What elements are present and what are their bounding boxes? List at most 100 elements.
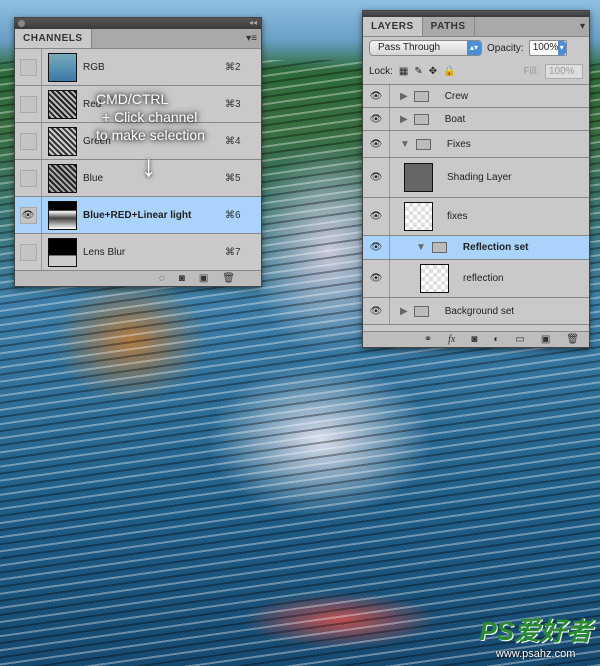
lock-transparency-icon[interactable]: ▦ [399,66,408,77]
visibility-toggle[interactable]: 👁 [363,85,390,107]
watermark-logo: PS爱好者 [479,616,592,646]
channel-shortcut: ⌘3 [225,98,241,110]
panel-menu-icon[interactable]: ▾ [580,21,585,32]
channel-shortcut: ⌘7 [225,246,241,258]
visibility-toggle[interactable]: 👁 [363,198,390,235]
eye-icon: 👁 [369,113,383,125]
triangle-right-icon[interactable]: ▶ [400,91,408,102]
annotation-line: to make selection [96,127,205,143]
channel-shortcut: ⌘4 [225,135,241,147]
visibility-off-icon [19,95,37,113]
visibility-toggle[interactable]: 👁 [363,108,390,130]
tab-channels[interactable]: CHANNELS [15,29,92,48]
channel-name: RGB [83,61,105,73]
opacity-label: Opacity: [487,42,524,54]
tab-layers[interactable]: LAYERS [363,17,423,36]
channel-thumbnail [48,237,77,267]
folder-icon[interactable]: ▭ [515,334,524,345]
eye-icon: 👁 [369,138,383,150]
channel-shortcut: ⌘5 [225,172,241,184]
layer-row[interactable]: 👁 fixes [363,198,589,236]
mask-icon[interactable]: ◙ [471,334,477,345]
panel-titlebar[interactable]: ◂◂ [15,18,261,29]
tab-paths[interactable]: PATHS [423,17,475,36]
opacity-field[interactable]: 100% ▾ [528,40,567,56]
fill-label: Fill: [523,66,539,77]
fill-field[interactable]: 100% [545,64,583,79]
lock-label: Lock: [369,66,393,77]
channels-panel: ◂◂ CHANNELS ▾≡ RGB ⌘2 Red ⌘3 Green ⌘4 Blu… [14,17,262,287]
layer-row[interactable]: 👁 ▼ Reflection set [363,236,589,260]
channel-thumbnail [48,200,77,230]
layer-row[interactable]: 👁 ▶ Crew [363,85,589,108]
visibility-toggle[interactable] [15,49,42,85]
blend-mode-select[interactable]: Pass Through ▴▾ [369,40,482,56]
lock-all-icon[interactable]: 🔒 [443,66,455,77]
channel-name: Lens Blur [83,246,126,258]
channel-row[interactable]: 👁 Blue+RED+Linear light ⌘6 [15,197,261,234]
visibility-toggle[interactable]: 👁 [363,236,390,259]
layer-row[interactable]: 👁 reflection [363,260,589,298]
eye-icon: 👁 [369,242,383,253]
delete-icon[interactable]: 🗑 [222,273,235,284]
opacity-value: 100% [532,42,559,53]
visibility-toggle[interactable]: 👁 [15,197,42,233]
channel-thumbnail [48,126,77,156]
visibility-toggle[interactable] [15,123,42,159]
visibility-off-icon [19,58,37,76]
new-layer-icon[interactable]: ▣ [541,334,550,345]
triangle-right-icon[interactable]: ▶ [400,114,408,125]
chevron-down-icon[interactable]: ▾ [557,41,566,55]
layer-name: Background set [444,305,515,317]
channel-thumbnail [48,89,77,119]
close-icon[interactable] [18,20,25,27]
visibility-toggle[interactable] [15,234,42,270]
blend-mode-value: Pass Through [378,42,441,53]
channel-name: Blue+RED+Linear light [83,209,192,221]
layer-name: Shading Layer [447,172,512,183]
visibility-toggle[interactable]: 👁 [363,158,390,197]
stepper-icon: ▴▾ [467,41,481,55]
panel-menu-icon[interactable]: ▾≡ [246,33,257,44]
annotation: CMD/CTRL + Click channel to make selecti… [96,90,205,144]
delete-icon[interactable]: 🗑 [566,334,579,345]
eye-icon: 👁 [19,206,37,224]
layer-thumbnail [404,202,433,231]
link-icon[interactable]: ⚭ [424,334,432,345]
visibility-toggle[interactable] [15,160,42,196]
channel-row[interactable]: RGB ⌘2 [15,49,261,86]
lock-position-icon[interactable]: ✥ [429,66,437,77]
collapse-icon[interactable]: ◂◂ [249,18,257,27]
visibility-off-icon [19,243,37,261]
channel-thumbnail [48,163,77,193]
load-selection-icon[interactable]: ◌ [159,273,165,284]
folder-icon [431,242,447,253]
adjustment-icon[interactable]: ◐ [493,334,499,345]
folder-icon [413,90,429,102]
triangle-down-icon[interactable]: ▼ [400,139,410,150]
visibility-toggle[interactable]: 👁 [363,260,390,297]
save-selection-icon[interactable]: ◙ [179,273,185,284]
fx-icon[interactable]: fx [448,334,455,345]
layer-row[interactable]: 👁 Shading Layer [363,158,589,198]
layer-row[interactable]: 👁 ▶ Boat [363,108,589,131]
visibility-toggle[interactable]: 👁 [363,298,390,324]
layers-panel: LAYERS PATHS ▾ Pass Through ▴▾ Opacity: 1… [362,10,590,348]
channel-row[interactable]: Blue ⌘5 [15,160,261,197]
layer-name: reflection [463,273,504,284]
eye-icon: 👁 [369,211,383,222]
watermark-url: www.psahz.com [495,648,576,660]
lock-brush-icon[interactable]: ✎ [414,66,422,77]
visibility-toggle[interactable]: 👁 [363,131,390,157]
triangle-right-icon[interactable]: ▶ [400,306,408,317]
arrow-down-icon: ↓ [141,150,156,183]
visibility-toggle[interactable] [15,86,42,122]
triangle-down-icon[interactable]: ▼ [416,242,426,253]
channel-row[interactable]: Lens Blur ⌘7 [15,234,261,271]
layer-row[interactable]: 👁 ▶ Background set [363,298,589,325]
folder-icon [413,305,429,317]
layer-row[interactable]: 👁 ▼ Fixes [363,131,589,158]
channels-footer: ◌ ◙ ▣ 🗑 [15,270,261,286]
folder-icon [413,113,429,125]
new-channel-icon[interactable]: ▣ [199,273,208,284]
